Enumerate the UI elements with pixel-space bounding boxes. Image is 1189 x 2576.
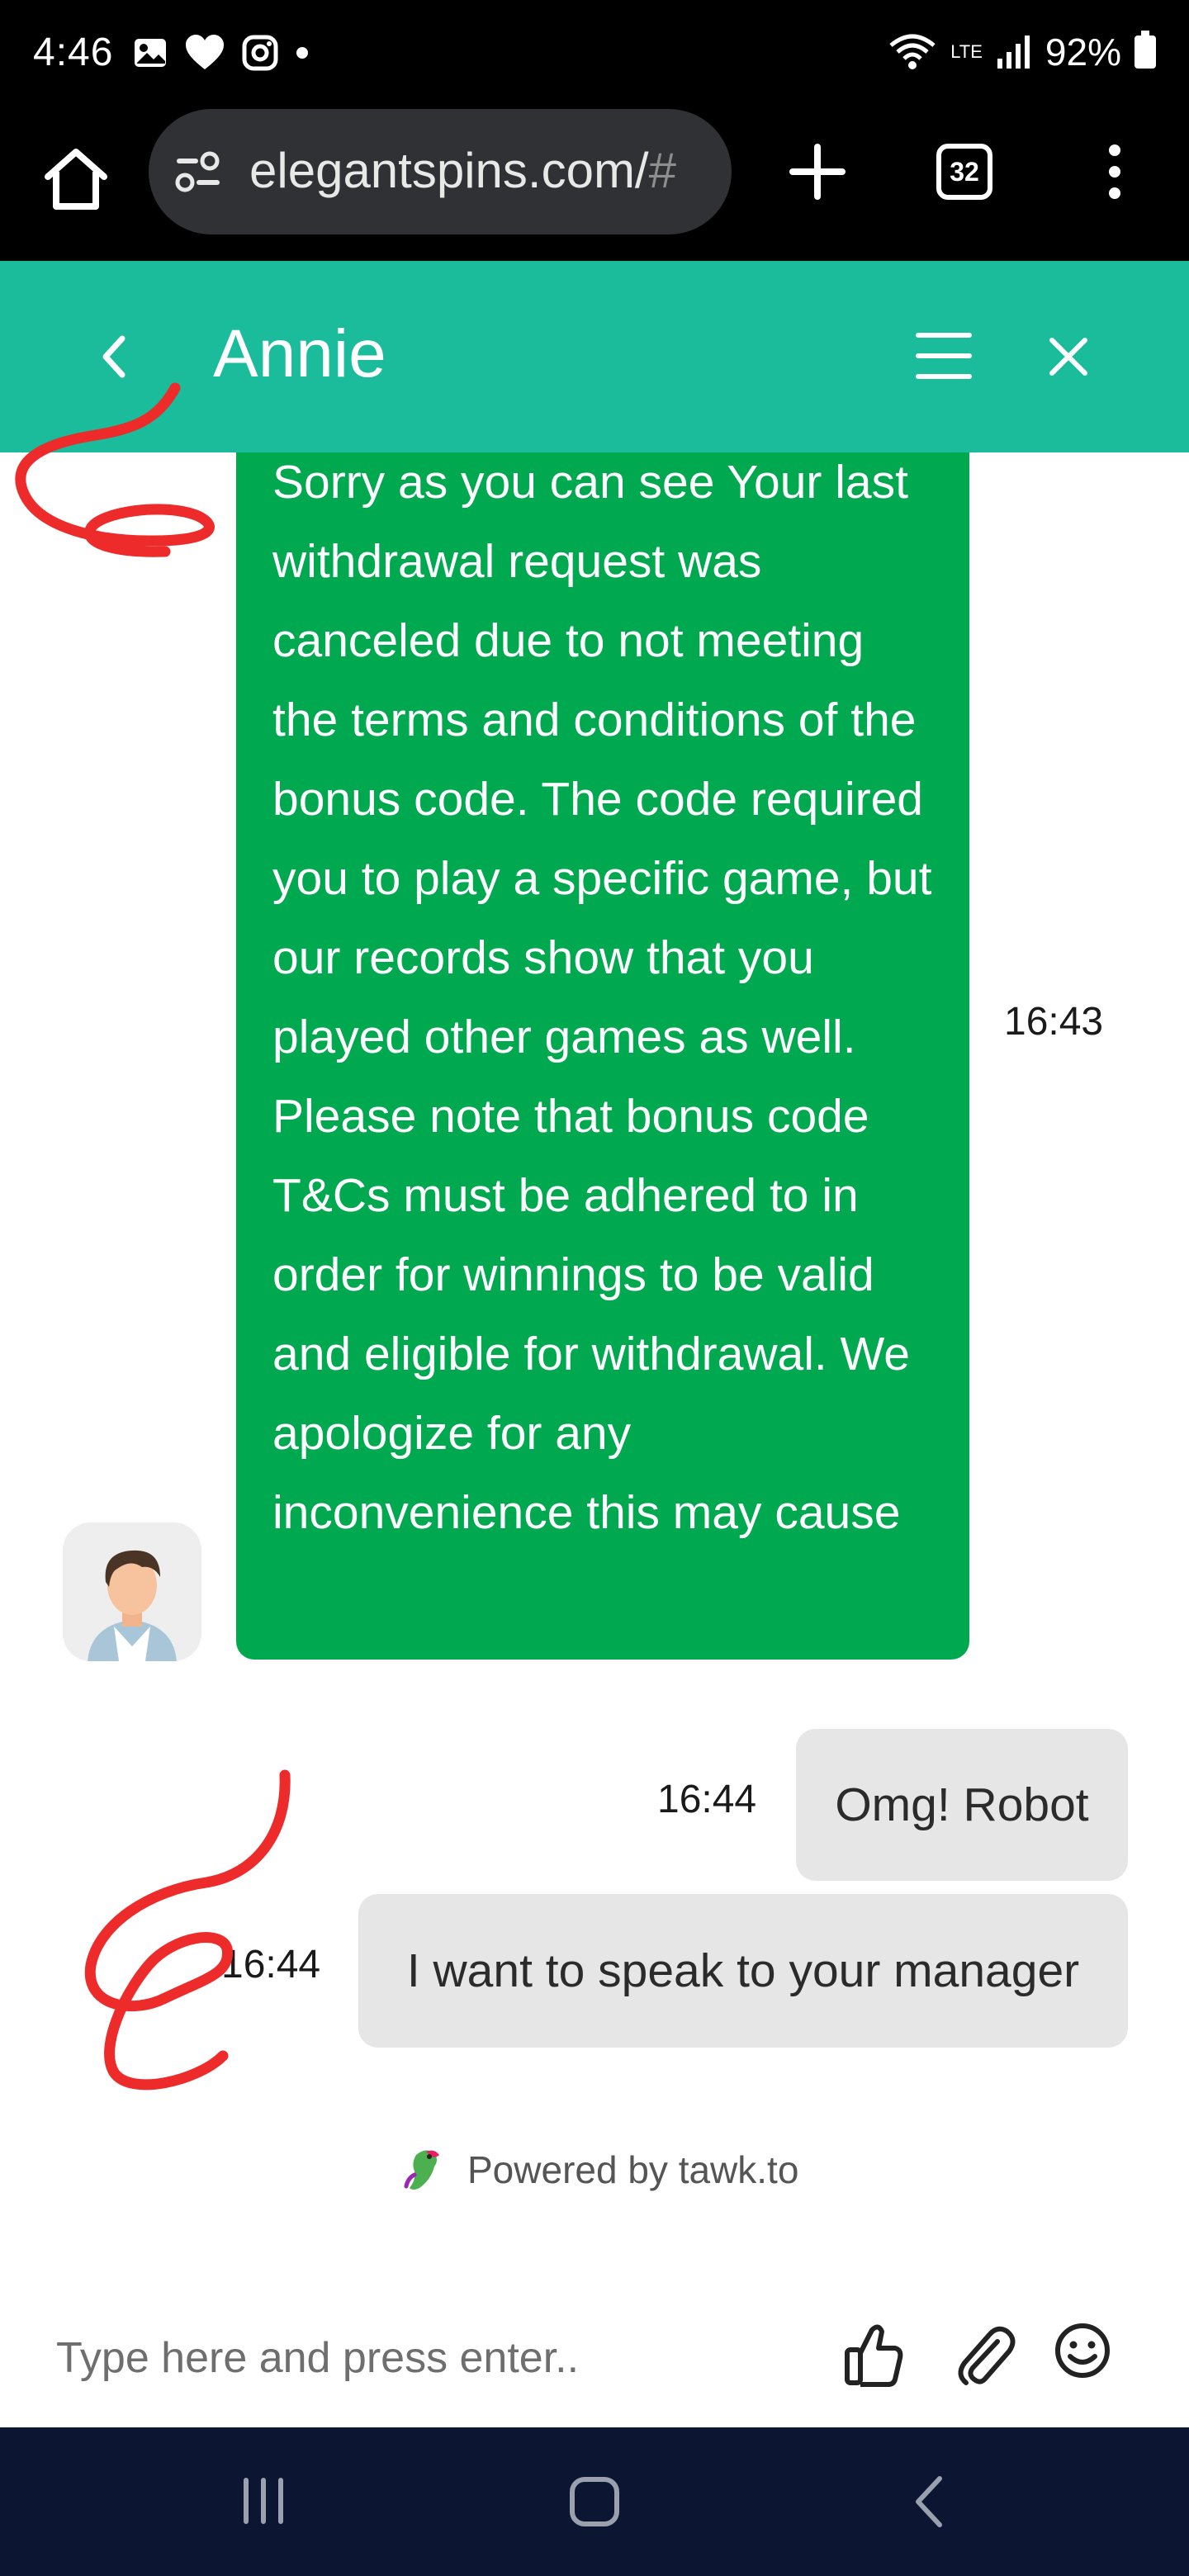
status-bar: 4:46 LTE 92%	[0, 0, 1189, 109]
battery-icon	[1135, 31, 1156, 69]
url-main: elegantspins.com/	[249, 143, 649, 198]
tawk-parrot-icon	[404, 2150, 439, 2190]
battery-percent: 92%	[1045, 31, 1121, 73]
user-message-text-2: I want to speak to your manager	[406, 1944, 1080, 1997]
hamburger-menu-icon[interactable]	[915, 329, 973, 383]
instagram-icon	[242, 35, 278, 71]
heart-icon	[186, 35, 224, 69]
browser-toolbar: elegantspins.com/# 32	[0, 109, 1189, 261]
more-menu-icon[interactable]	[1098, 139, 1131, 205]
user-message-text-1: Omg! Robot	[835, 1778, 1089, 1831]
user-message-time-1: 16:44	[657, 1778, 757, 1821]
red-scribble-annotation-top	[15, 382, 215, 557]
tab-switcher-icon[interactable]: 32	[936, 144, 992, 200]
new-tab-icon[interactable]	[784, 139, 850, 205]
paperclip-icon[interactable]	[951, 2320, 1017, 2389]
network-type: LTE	[950, 41, 983, 62]
message-composer	[0, 2287, 1189, 2427]
powered-by[interactable]: Powered by tawk.to	[0, 2147, 1189, 2204]
url-text[interactable]: elegantspins.com/#	[249, 142, 676, 199]
system-nav-bar	[0, 2427, 1189, 2576]
url-suffix: #	[648, 143, 676, 198]
recents-icon[interactable]	[239, 2475, 287, 2526]
user-message-bubble-1: Omg! Robot	[796, 1729, 1128, 1881]
agent-message-time: 16:43	[1004, 1000, 1104, 1044]
agent-message-text: Sorry as you can see Your last withdrawa…	[272, 456, 932, 1539]
tab-count: 32	[950, 156, 979, 187]
signal-icon	[997, 36, 1030, 69]
status-time: 4:46	[33, 31, 114, 74]
agent-message-bubble: Sorry as you can see Your last withdrawa…	[236, 452, 969, 1660]
dot-icon	[296, 47, 308, 59]
avatar-illustration	[63, 1522, 201, 1661]
site-settings-icon[interactable]	[173, 150, 223, 193]
thumbs-up-icon[interactable]	[841, 2320, 907, 2389]
user-message-bubble-2: I want to speak to your manager	[358, 1894, 1128, 2048]
red-scribble-annotation-bottom	[84, 1769, 291, 2091]
gallery-icon	[135, 39, 166, 67]
status-notification-icons	[132, 33, 310, 73]
nav-back-icon[interactable]	[912, 2474, 945, 2530]
emoji-icon[interactable]	[1054, 2322, 1111, 2379]
message-input[interactable]	[54, 2322, 801, 2394]
wifi-icon	[889, 34, 936, 69]
home-icon[interactable]	[40, 144, 112, 216]
nav-home-icon[interactable]	[570, 2477, 619, 2526]
status-right: LTE 92%	[888, 30, 1156, 74]
powered-by-text: Powered by tawk.to	[467, 2148, 799, 2191]
close-icon[interactable]	[1044, 332, 1093, 381]
avatar-icon	[63, 1522, 201, 1661]
address-bar[interactable]: elegantspins.com/#	[149, 109, 732, 234]
